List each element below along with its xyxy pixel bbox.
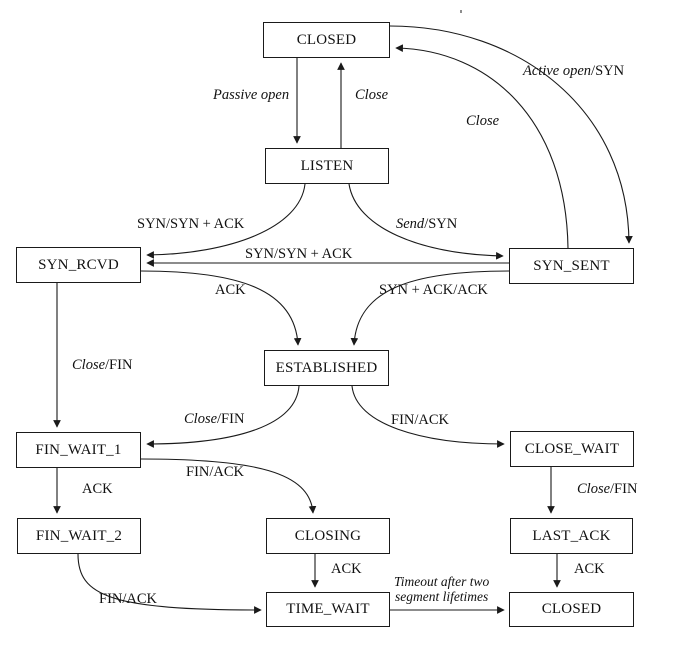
edge-label-send-syn: Send/SYN [396,216,457,232]
edge-label-timeout-line1: Timeout after two [394,574,490,589]
state-box-closing[interactable]: CLOSING [266,518,390,554]
state-box-last-ack[interactable]: LAST_ACK [510,518,633,554]
state-box-listen[interactable]: LISTEN [265,148,389,184]
edge-label-timeout-line2: segment lifetimes [394,589,489,605]
edge-label-close-fin-closewait-action: /FIN [610,481,638,497]
state-box-closed-top[interactable]: CLOSED [263,22,390,58]
state-label-closing: CLOSING [294,527,362,544]
diagram-edges-layer [53,25,633,614]
state-box-time-wait[interactable]: TIME_WAIT [266,592,390,627]
state-box-fin-wait-2[interactable]: FIN_WAIT_2 [17,518,141,554]
state-box-established[interactable]: ESTABLISHED [264,350,389,386]
edge-label-ack-finwait1: ACK [82,481,113,497]
edge-label-syn-synack-1: SYN/SYN + ACK [137,216,245,232]
state-label-fin-wait-2: FIN_WAIT_2 [35,527,123,544]
state-box-syn-rcvd[interactable]: SYN_RCVD [16,247,141,283]
edge-label-close-fin-synrcvd: Close/FIN [72,357,132,373]
state-box-fin-wait-1[interactable]: FIN_WAIT_1 [16,432,141,468]
tcp-state-diagram: CLOSED LISTEN SYN_RCVD SYN_SENT ESTABLIS… [0,0,679,654]
edge-label-active-open: Active open/SYN [523,63,624,79]
state-box-close-wait[interactable]: CLOSE_WAIT [510,431,634,467]
edge-label-timeout: Timeout after two segment lifetimes [394,574,489,604]
edge-label-passive-open: Passive open [213,87,290,103]
edge-label-synack-ack: SYN + ACK/ACK [379,282,488,298]
state-label-syn-sent: SYN_SENT [533,257,610,274]
state-label-fin-wait-1: FIN_WAIT_1 [35,441,122,458]
state-label-close-wait: CLOSE_WAIT [524,440,620,457]
edge-label-send-syn-action: /SYN [424,216,458,232]
edge-label-ack-closing: ACK [331,561,362,577]
edge-label-close-fin-established-action: /FIN [217,411,245,427]
edge-label-fin-ack-finwait1: FIN/ACK [186,464,245,480]
state-box-syn-sent[interactable]: SYN_SENT [509,248,634,284]
state-label-listen: LISTEN [300,157,354,174]
state-label-closed-top: CLOSED [296,31,357,48]
state-box-closed-bottom[interactable]: CLOSED [509,592,634,627]
scan-speck [460,10,462,13]
edge-label-close-synsent: Close [466,113,500,129]
edge-label-active-open-event: Active open [523,63,592,79]
edge-label-ack-synrcvd: ACK [215,282,246,298]
edge-label-close-fin-established-event: Close [184,411,218,427]
edge-label-close-fin-closewait: Close/FIN [577,481,637,497]
state-label-time-wait: TIME_WAIT [286,601,370,617]
edge-label-close-fin-synrcvd-action: /FIN [105,357,133,373]
edge-label-fin-ack-finwait2: FIN/ACK [99,591,158,607]
state-label-last-ack: LAST_ACK [532,527,611,544]
edge-label-send-syn-event: Send [396,216,425,232]
edge-label-active-open-action: /SYN [591,63,625,79]
edge-active-open [389,25,633,244]
edge-label-close-listen: Close [355,87,389,103]
state-label-established: ESTABLISHED [275,359,378,376]
edge-label-close-fin-established: Close/FIN [184,411,244,427]
edge-label-ack-lastack: ACK [574,561,605,577]
edge-label-close-fin-synrcvd-event: Close [72,357,106,373]
edge-label-fin-ack-established: FIN/ACK [391,412,450,428]
state-label-closed-bottom: CLOSED [541,601,602,617]
edge-label-syn-synack-2: SYN/SYN + ACK [245,246,353,262]
state-label-syn-rcvd: SYN_RCVD [38,256,119,273]
edge-label-close-fin-closewait-event: Close [577,481,611,497]
